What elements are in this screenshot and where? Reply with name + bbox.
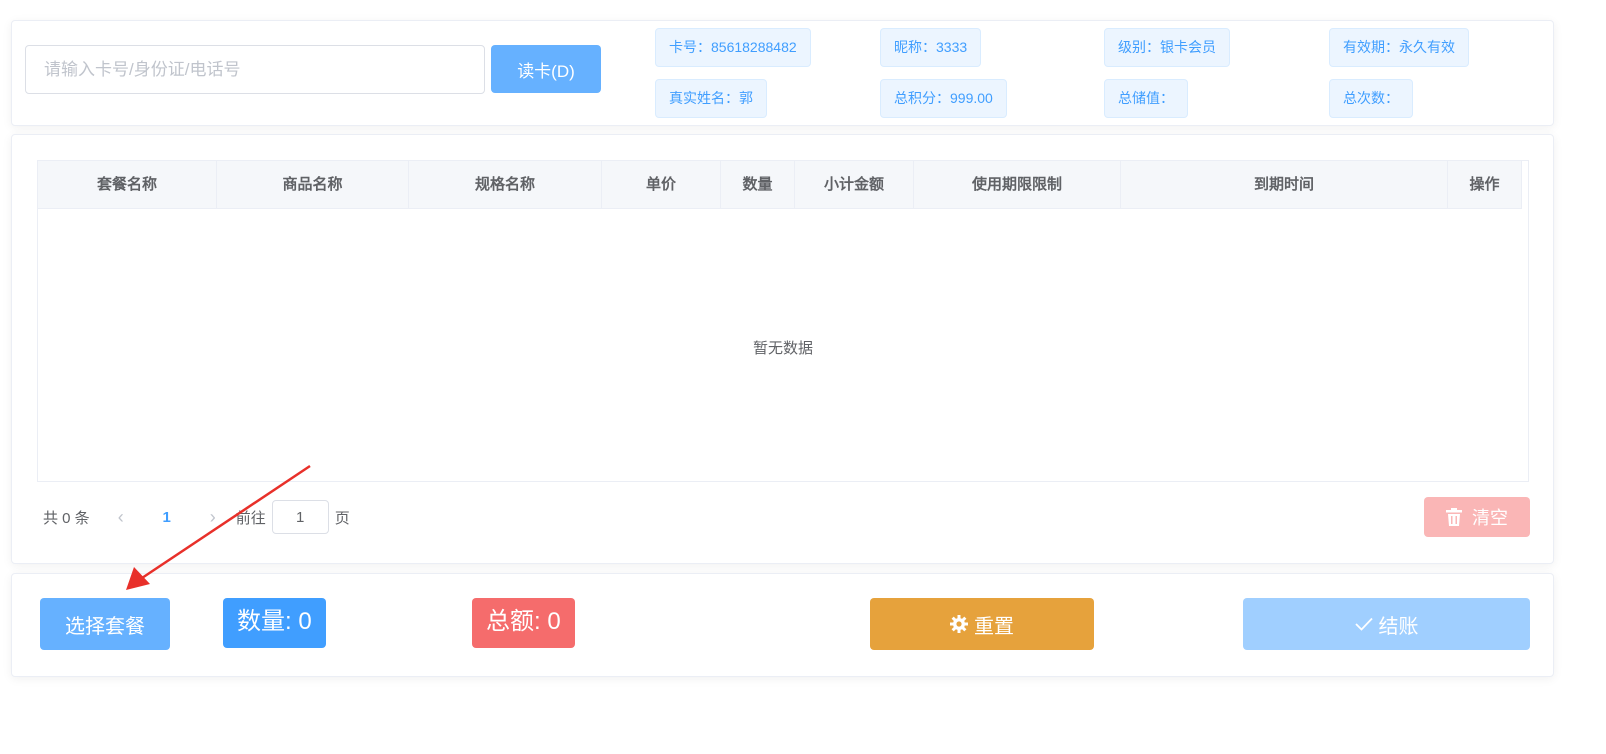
clear-button-label: 清空 (1472, 508, 1508, 528)
pagination: 共 0 条 ‹ 1 › 前往 页 (43, 500, 350, 534)
clear-button[interactable]: 清空 (1424, 497, 1530, 537)
page-suffix: 页 (334, 509, 350, 527)
column-header: 商品名称 (217, 161, 409, 209)
reset-button[interactable]: 重置 (870, 598, 1094, 650)
column-header: 使用期限限制 (914, 161, 1121, 209)
total-stored-value-tag: 总储值： (1104, 79, 1188, 118)
member-info-card: 读卡(D) 卡号：85618288482 昵称：3333 级别：银卡会员 有效期… (11, 20, 1554, 126)
column-header: 套餐名称 (38, 161, 217, 209)
column-header: 数量 (721, 161, 795, 209)
column-header: 到期时间 (1121, 161, 1448, 209)
reset-button-label: 重置 (974, 615, 1014, 638)
chevron-right-icon[interactable]: › (190, 507, 236, 528)
card-number-tag: 卡号：85618288482 (655, 28, 811, 67)
chevron-left-icon[interactable]: ‹ (98, 507, 144, 528)
read-card-button[interactable]: 读卡(D) (491, 45, 601, 93)
level-tag: 级别：银卡会员 (1104, 28, 1230, 67)
nickname-tag: 昵称：3333 (880, 28, 982, 67)
gear-icon (950, 615, 968, 633)
checkout-button-label: 结账 (1378, 615, 1419, 638)
table-header: 套餐名称 商品名称 规格名称 单价 数量 小计金额 使用期限限制 到期时间 操作 (38, 161, 1522, 209)
trash-icon (1446, 508, 1462, 526)
column-header: 操作 (1448, 161, 1522, 209)
goto-page-input[interactable] (271, 500, 329, 534)
current-page-number[interactable]: 1 (144, 509, 190, 526)
real-name-tag: 真实姓名：郭 (655, 79, 767, 118)
empty-state-text: 暂无数据 (752, 340, 813, 357)
validity-tag: 有效期：永久有效 (1329, 28, 1469, 67)
checkout-action-card: 选择套餐 数量: 0 总额: 0 重置 结账 (11, 573, 1554, 677)
total-amount-badge: 总额: 0 (472, 598, 575, 648)
total-count: 共 0 条 (43, 509, 90, 527)
package-table: 套餐名称 商品名称 规格名称 单价 数量 小计金额 使用期限限制 到期时间 操作… (37, 160, 1529, 482)
choose-package-button[interactable]: 选择套餐 (40, 598, 170, 650)
column-header: 小计金额 (795, 161, 914, 209)
check-icon (1354, 617, 1373, 631)
total-points-tag: 总积分：999.00 (880, 79, 1007, 118)
card-search-input[interactable] (25, 45, 485, 94)
column-header: 规格名称 (409, 161, 602, 209)
goto-label: 前往 (235, 509, 266, 527)
package-table-card: 套餐名称 商品名称 规格名称 单价 数量 小计金额 使用期限限制 到期时间 操作… (11, 134, 1554, 564)
total-times-tag: 总次数： (1329, 79, 1413, 118)
quantity-badge: 数量: 0 (223, 598, 326, 648)
checkout-button[interactable]: 结账 (1243, 598, 1530, 650)
column-header: 单价 (602, 161, 721, 209)
